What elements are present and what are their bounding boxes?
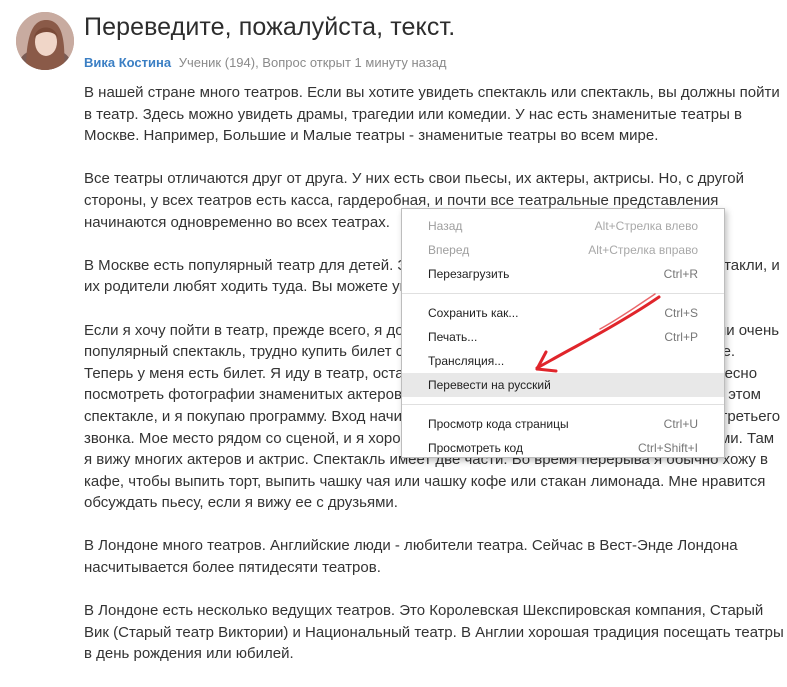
menu-item-shortcut: Alt+Стрелка влево (594, 219, 698, 233)
menu-item-label: Сохранить как... (428, 306, 519, 320)
menu-separator (402, 293, 724, 294)
menu-item-label: Перезагрузить (428, 267, 510, 281)
author-stats: Ученик (194), Вопрос открыт 1 минуту наз… (178, 55, 447, 70)
menu-item-shortcut: Ctrl+Shift+I (637, 441, 698, 455)
menu-item-label: Назад (428, 219, 463, 233)
question-meta: Вика Костина Ученик (194), Вопрос открыт… (84, 55, 447, 70)
menu-item-save-as[interactable]: Сохранить как... Ctrl+S (402, 301, 724, 325)
context-menu: Назад Alt+Стрелка влево Вперед Alt+Стрел… (401, 208, 725, 458)
author-link[interactable]: Вика Костина (84, 55, 171, 70)
menu-item-back[interactable]: Назад Alt+Стрелка влево (402, 214, 724, 238)
menu-item-shortcut: Ctrl+U (663, 417, 698, 431)
menu-item-translate[interactable]: Перевести на русский (402, 373, 724, 397)
menu-item-shortcut: Ctrl+R (663, 267, 698, 281)
body-paragraph-1: В нашей стране много театров. Если вы хо… (84, 84, 780, 145)
page-title: Переведите, пожалуйста, текст. (84, 13, 456, 41)
menu-item-forward[interactable]: Вперед Alt+Стрелка вправо (402, 238, 724, 262)
menu-item-shortcut: Alt+Стрелка вправо (588, 243, 698, 257)
menu-item-view-source[interactable]: Просмотр кода страницы Ctrl+U (402, 412, 724, 436)
menu-item-shortcut: Ctrl+S (664, 306, 698, 320)
avatar[interactable] (16, 12, 74, 70)
body-paragraph-6: В Лондоне есть несколько ведущих театров… (84, 602, 784, 663)
menu-item-label: Просмотр кода страницы (428, 417, 569, 431)
menu-separator (402, 404, 724, 405)
menu-item-cast[interactable]: Трансляция... (402, 349, 724, 373)
menu-item-inspect[interactable]: Просмотреть код Ctrl+Shift+I (402, 436, 724, 460)
avatar-image (16, 12, 74, 70)
menu-item-print[interactable]: Печать... Ctrl+P (402, 325, 724, 349)
menu-item-label: Печать... (428, 330, 478, 344)
menu-item-reload[interactable]: Перезагрузить Ctrl+R (402, 262, 724, 286)
menu-item-label: Трансляция... (428, 354, 505, 368)
body-paragraph-5: В Лондоне много театров. Английские люди… (84, 537, 738, 577)
menu-item-label: Вперед (428, 243, 470, 257)
menu-item-label: Просмотреть код (428, 441, 523, 455)
menu-item-label: Перевести на русский (428, 378, 551, 392)
menu-item-shortcut: Ctrl+P (664, 330, 698, 344)
